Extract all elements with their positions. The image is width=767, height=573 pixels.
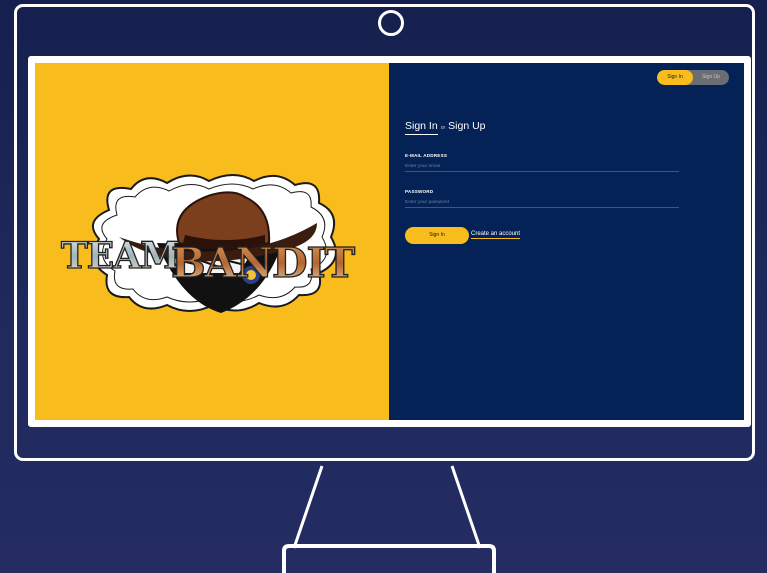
monitor-stand: [282, 465, 496, 573]
